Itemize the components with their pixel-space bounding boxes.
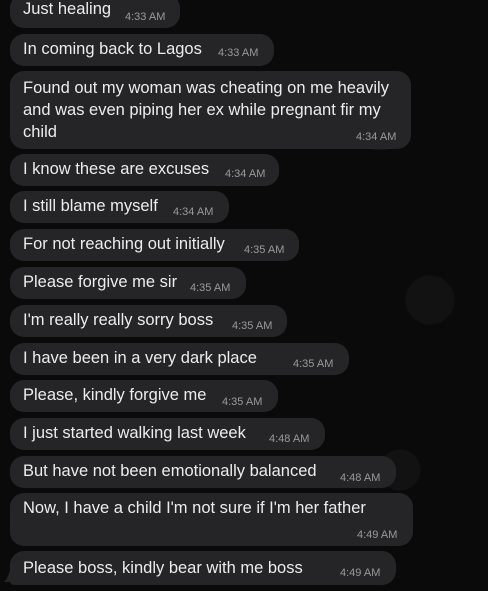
- message-bubble[interactable]: In coming back to Lagos 4:33 AM: [10, 34, 274, 66]
- message-time: 4:49 AM: [357, 529, 398, 541]
- message-text: For not reaching out initially: [23, 235, 225, 253]
- message-text: Please, kindly forgive me: [23, 386, 207, 404]
- message-time: 4:35 AM: [244, 244, 285, 256]
- message-text: I have been in a very dark place: [23, 349, 257, 367]
- message-bubble[interactable]: I know these are excuses 4:34 AM: [10, 154, 279, 186]
- message-bubble[interactable]: Just healing 4:33 AM: [10, 0, 180, 28]
- message-bubble[interactable]: Now, I have a child I'm not sure if I'm …: [10, 493, 413, 546]
- message-bubble[interactable]: Please forgive me sir 4:35 AM: [10, 267, 246, 299]
- chat-background: Just healing 4:33 AM In coming back to L…: [0, 0, 488, 591]
- message-text: In coming back to Lagos: [23, 40, 202, 58]
- message-time: 4:33 AM: [218, 47, 259, 59]
- message-time: 4:49 AM: [340, 567, 381, 579]
- message-text: I still blame myself: [23, 197, 158, 215]
- message-text: I know these are excuses: [23, 160, 210, 178]
- bubble-tail-icon: [4, 566, 16, 582]
- message-bubble[interactable]: I have been in a very dark place 4:35 AM: [10, 343, 349, 375]
- message-bubble[interactable]: But have not been emotionally balanced 4…: [10, 456, 396, 488]
- message-text: Found out my woman was cheating on me he…: [23, 79, 389, 141]
- message-time: 4:35 AM: [222, 396, 263, 408]
- message-bubble[interactable]: I still blame myself 4:34 AM: [10, 191, 229, 223]
- message-time: 4:34 AM: [225, 168, 266, 180]
- message-text: I just started walking last week: [23, 424, 246, 442]
- message-text: Now, I have a child I'm not sure if I'm …: [23, 499, 366, 517]
- message-time: 4:34 AM: [173, 206, 214, 218]
- message-bubble[interactable]: Please boss, kindly bear with me boss 4:…: [10, 551, 396, 585]
- message-bubble[interactable]: Found out my woman was cheating on me he…: [10, 71, 411, 149]
- message-text: Please boss, kindly bear with me boss: [23, 559, 303, 577]
- message-time: 4:48 AM: [269, 433, 310, 445]
- message-time: 4:33 AM: [125, 11, 166, 23]
- message-time: 4:48 AM: [340, 472, 381, 484]
- message-bubble[interactable]: Please, kindly forgive me 4:35 AM: [10, 380, 278, 412]
- message-time: 4:35 AM: [293, 358, 334, 370]
- message-text: Just healing: [23, 0, 112, 18]
- message-time: 4:35 AM: [232, 320, 273, 332]
- message-bubble[interactable]: For not reaching out initially 4:35 AM: [10, 229, 299, 261]
- message-text: I'm really really sorry boss: [23, 311, 214, 329]
- message-bubble[interactable]: I'm really really sorry boss 4:35 AM: [10, 305, 287, 337]
- message-text: Please forgive me sir: [23, 273, 178, 291]
- message-time: 4:35 AM: [190, 282, 231, 294]
- message-bubble[interactable]: I just started walking last week 4:48 AM: [10, 418, 325, 450]
- message-text: But have not been emotionally balanced: [23, 462, 317, 480]
- message-time: 4:34 AM: [356, 131, 397, 143]
